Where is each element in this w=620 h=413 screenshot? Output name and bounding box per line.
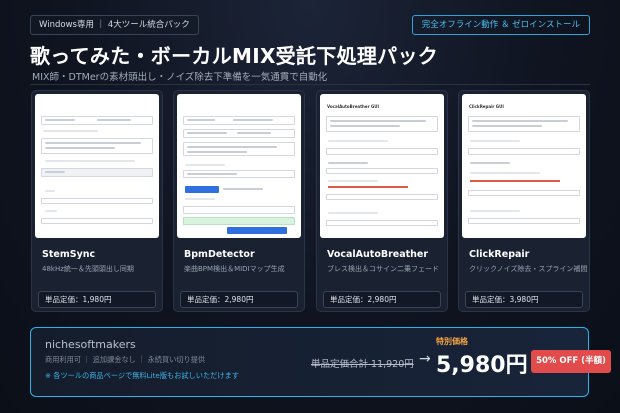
product-desc: 48kHz統一＆先頭頭出し同期 — [42, 265, 134, 273]
original-total: 単品定価合計 11,920円 — [311, 359, 414, 370]
page-subtitle: MIX師・DTMerの素材頭出し・ノイズ除去下準備を一気通貫で自動化 — [32, 72, 328, 83]
product-price: 単品定価：3,980円 — [465, 291, 583, 308]
screenshot-title: VocalAutoBreather GUI — [327, 104, 379, 109]
product-price: 単品定価：1,980円 — [38, 291, 156, 308]
product-card-bpmdetector[interactable]: BpmDetector 楽曲BPM検出＆MIDIマップ生成 単品定価：2,980… — [173, 90, 305, 312]
product-name: BpmDetector — [184, 249, 255, 260]
special-price-label: 特別価格 — [436, 337, 468, 346]
divider — [30, 84, 590, 85]
product-desc: 楽曲BPM検出＆MIDIマップ生成 — [184, 265, 285, 273]
product-card-vocalautobreather[interactable]: VocalAutoBreather GUI VocalAutoBreather … — [316, 90, 448, 312]
bundle-offer[interactable]: nichesoftmakers 商用利用可 ｜ 追加課金なし ｜ 永続買い切り提… — [30, 327, 611, 397]
bundle-price: 5,980円 — [436, 353, 528, 378]
product-name: VocalAutoBreather — [327, 249, 429, 260]
arrow-icon: → — [419, 351, 431, 367]
lite-note[interactable]: ※ 各ツールの商品ページで無料Lite版もお試しいただけます — [45, 371, 239, 381]
product-desc: ブレス検出＆コサイン二乗フェード — [327, 265, 439, 273]
product-card-clickrepair[interactable]: ClickRepair GUI ClickRepair クリックノイズ除去・スプ… — [458, 90, 590, 312]
product-desc: クリックノイズ除去・スプライン補間 — [469, 265, 588, 273]
bpmdetector-screenshot — [177, 94, 301, 238]
product-price: 単品定価：2,980円 — [323, 291, 441, 308]
stemsync-screenshot — [35, 94, 159, 238]
page-title: 歌ってみた・ボーカルMIX受託下処理パック — [30, 44, 439, 68]
license-terms: 商用利用可 ｜ 追加課金なし ｜ 永続買い切り提供 — [45, 355, 206, 364]
brand-name: nichesoftmakers — [45, 338, 136, 351]
vocalautobreather-screenshot: VocalAutoBreather GUI — [320, 94, 444, 238]
product-name: StemSync — [42, 249, 96, 260]
platform-badge: Windows専用 ｜ 4大ツール統合パック — [30, 15, 199, 35]
product-price: 単品定価：2,980円 — [180, 291, 298, 308]
top-bar: Windows専用 ｜ 4大ツール統合パック 完全オフライン動作 ＆ ゼロインス… — [30, 15, 590, 35]
offline-badge: 完全オフライン動作 ＆ ゼロインストール — [411, 15, 590, 35]
discount-badge: 50% OFF (半額) — [531, 350, 611, 373]
product-cards: StemSync 48kHz統一＆先頭頭出し同期 単品定価：1,980円 Bpm… — [31, 90, 590, 312]
product-card-stemsync[interactable]: StemSync 48kHz統一＆先頭頭出し同期 単品定価：1,980円 — [31, 90, 163, 312]
product-name: ClickRepair — [469, 249, 530, 260]
clickrepair-screenshot: ClickRepair GUI — [462, 94, 586, 238]
screenshot-title: ClickRepair GUI — [469, 104, 504, 109]
